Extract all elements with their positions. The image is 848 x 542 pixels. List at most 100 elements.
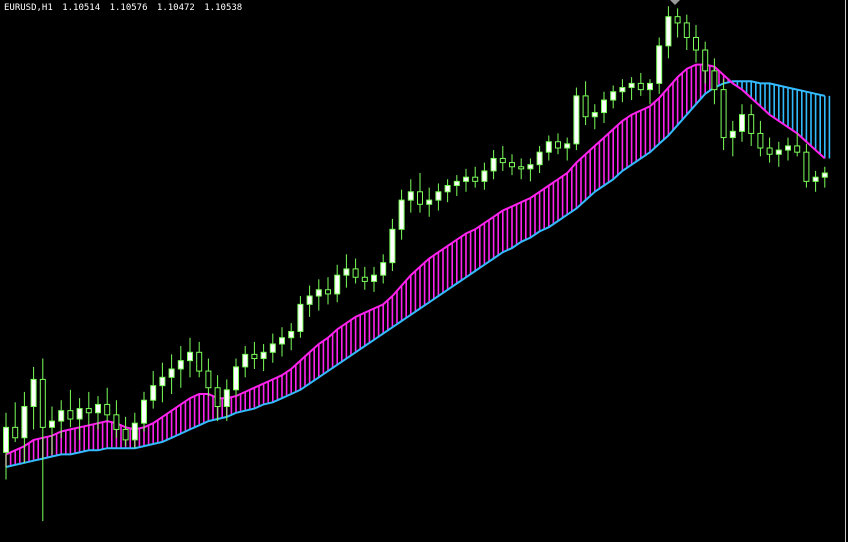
candle-body: [417, 191, 423, 205]
candle-body: [674, 16, 681, 24]
candle-body: [223, 389, 230, 408]
candle: [674, 8, 681, 38]
candle-body: [315, 289, 322, 297]
candle-body: [739, 114, 745, 132]
candle: [683, 14, 690, 51]
candle: [21, 391, 28, 463]
candle-body: [131, 422, 138, 441]
candle: [573, 87, 580, 151]
candle: [131, 412, 138, 449]
candle: [315, 279, 322, 311]
candle-body: [150, 385, 157, 401]
candle: [453, 175, 460, 196]
candle: [591, 104, 598, 130]
candle-body: [352, 268, 359, 278]
candle: [490, 150, 497, 180]
candle-body: [812, 176, 819, 182]
candle: [104, 387, 111, 422]
candle: [711, 58, 718, 105]
candle: [693, 25, 699, 63]
candle: [426, 187, 433, 217]
candle-body: [453, 180, 460, 187]
symbol-header: EURUSD,H1 1.10514 1.10576 1.10472 1.1053…: [4, 3, 246, 13]
candle-body: [435, 191, 442, 201]
candle-body: [472, 176, 479, 182]
candle: [389, 218, 396, 271]
candle: [527, 158, 534, 182]
candle: [803, 143, 810, 188]
candle-body: [426, 199, 433, 205]
candle-body: [555, 141, 561, 149]
candle: [251, 341, 258, 369]
candle-body: [490, 157, 497, 172]
candle: [214, 375, 221, 422]
candle: [39, 358, 46, 522]
candle-body: [821, 172, 828, 178]
candle-body: [785, 145, 791, 151]
candle: [3, 412, 9, 480]
candle: [610, 85, 617, 109]
candle: [702, 41, 709, 84]
candle-body: [518, 166, 525, 170]
candle-body: [58, 410, 65, 422]
candle-body: [748, 114, 755, 134]
candle: [545, 135, 552, 161]
ma-lines: [5, 63, 826, 468]
candle-body: [398, 199, 405, 230]
candle-body: [297, 303, 304, 332]
candle: [233, 358, 239, 397]
price-plot[interactable]: [0, 0, 846, 542]
candle: [757, 120, 764, 157]
candle: [12, 402, 19, 442]
candle: [637, 72, 644, 96]
candle: [463, 168, 469, 192]
candle-body: [104, 403, 111, 416]
candle: [325, 277, 331, 305]
candle: [812, 170, 819, 192]
candle: [177, 346, 184, 388]
candle: [472, 166, 479, 188]
candle: [196, 341, 203, 378]
chart-shift-marker[interactable]: [670, 0, 680, 5]
candle: [398, 189, 405, 240]
candle: [509, 154, 515, 176]
candle-body: [720, 89, 727, 139]
candle: [518, 158, 525, 180]
candle: [361, 266, 368, 290]
candle: [343, 254, 350, 288]
candle-body: [389, 228, 396, 264]
candle-body: [113, 414, 120, 430]
candle-body: [407, 191, 414, 201]
candle-body: [371, 274, 377, 282]
price-low: 1.10472: [156, 3, 195, 13]
candle-body: [49, 420, 55, 428]
price-high: 1.10576: [109, 3, 148, 13]
candle-body: [683, 22, 690, 39]
candle: [288, 323, 295, 351]
candle: [187, 337, 193, 378]
candle: [444, 179, 451, 203]
chart-window[interactable]: EURUSD,H1 1.10514 1.10576 1.10472 1.1053…: [0, 0, 848, 542]
candle-body: [711, 70, 718, 91]
candle-body: [85, 408, 92, 414]
candle-body: [444, 185, 451, 193]
candle: [720, 79, 727, 151]
candle-body: [794, 145, 801, 153]
candle: [279, 327, 285, 357]
candle-body: [214, 387, 221, 408]
candle: [417, 173, 423, 213]
candle: [85, 391, 92, 426]
candle: [785, 137, 791, 161]
candle: [260, 343, 267, 372]
candle-body: [334, 274, 341, 295]
candle-body: [591, 112, 598, 118]
candle: [297, 296, 304, 338]
price-open: 1.10514: [62, 3, 101, 13]
candle: [555, 133, 561, 155]
candle-body: [251, 353, 258, 360]
candle-body: [481, 170, 488, 182]
candle-body: [766, 147, 773, 155]
candle-body: [325, 289, 331, 295]
candle: [334, 264, 341, 303]
candle: [739, 104, 745, 142]
